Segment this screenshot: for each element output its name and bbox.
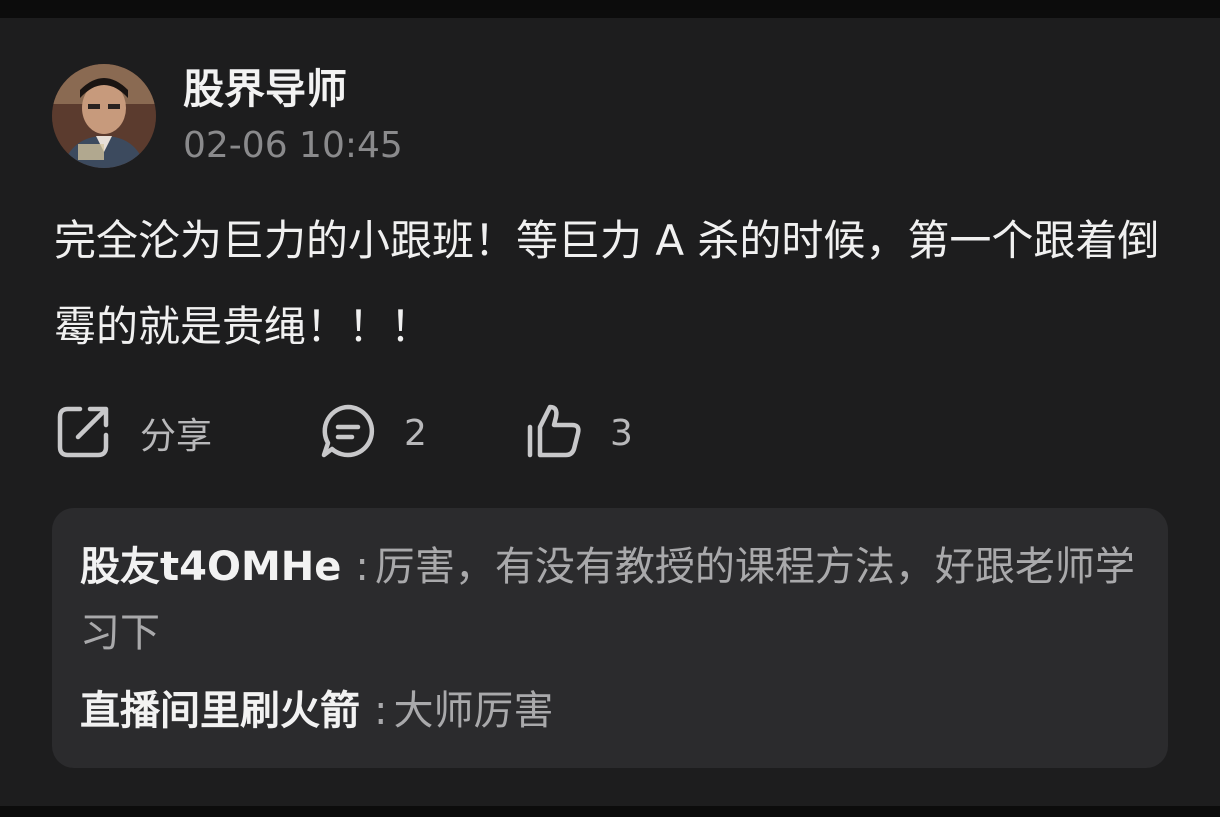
comment-separator: : — [374, 688, 388, 734]
post-author-name[interactable]: 股界导师 — [183, 64, 347, 114]
comment-author[interactable]: 直播间里刷火箭 — [80, 688, 360, 734]
post-timestamp: 02-06 10:45 — [183, 125, 403, 166]
avatar[interactable] — [52, 64, 156, 168]
post-action-bar: 分享 2 3 — [54, 398, 1164, 468]
avatar-image — [52, 64, 156, 168]
like-count: 3 — [610, 412, 633, 454]
comment-text: 大师厉害 — [393, 688, 554, 734]
comment-button[interactable]: 2 — [318, 398, 427, 468]
thumbs-up-icon — [524, 401, 584, 465]
post-content: 完全沦为巨力的小跟班！等巨力 A 杀的时候，第一个跟着倒霉的就是贵绳！！！ — [54, 216, 1160, 351]
share-label: 分享 — [140, 416, 213, 457]
comment-icon — [318, 401, 378, 465]
post-card: 股界导师 02-06 10:45 完全沦为巨力的小跟班！等巨力 A 杀的时候，第… — [0, 18, 1220, 806]
comment-item[interactable]: 直播间里刷火箭: 大师厉害 — [80, 678, 1150, 744]
like-button[interactable]: 3 — [524, 398, 633, 468]
comment-author[interactable]: 股友t4OMHe — [80, 544, 341, 590]
comment-item[interactable]: 股友t4OMHe: 厉害，有没有教授的课程方法，好跟老师学习下 — [80, 534, 1150, 666]
share-button[interactable]: 分享 — [54, 398, 212, 468]
comment-count: 2 — [404, 412, 427, 454]
comment-separator: : — [355, 544, 369, 590]
share-icon — [54, 401, 114, 465]
comment-preview-box[interactable]: 股友t4OMHe: 厉害，有没有教授的课程方法，好跟老师学习下 直播间里刷火箭: 大… — [52, 508, 1168, 768]
